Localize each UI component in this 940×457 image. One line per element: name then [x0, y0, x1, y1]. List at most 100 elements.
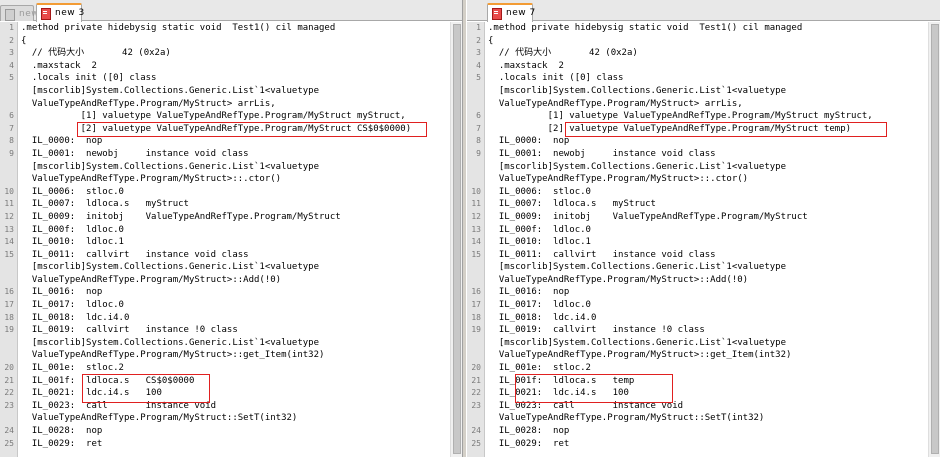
- tab-new-3[interactable]: new 3: [36, 3, 84, 22]
- scrollbar-thumb[interactable]: [931, 24, 939, 454]
- code-line[interactable]: 14 IL_0010: ldloc.1: [0, 236, 462, 249]
- code-line[interactable]: 12 IL_0009: initobj ValueTypeAndRefType.…: [0, 211, 462, 224]
- file-icon: [41, 8, 51, 20]
- code-line[interactable]: [mscorlib]System.Collections.Generic.Lis…: [467, 161, 940, 174]
- code-line[interactable]: 9 IL_0001: newobj instance void class: [467, 148, 940, 161]
- tab-new-7[interactable]: new 7: [487, 3, 535, 22]
- code-line[interactable]: 2{: [467, 35, 940, 48]
- line-number: 3: [476, 48, 481, 58]
- code-line[interactable]: 12 IL_0009: initobj ValueTypeAndRefType.…: [467, 211, 940, 224]
- code-line[interactable]: [mscorlib]System.Collections.Generic.Lis…: [0, 161, 462, 174]
- code-line[interactable]: ValueTypeAndRefType.Program/MyStruct> ar…: [467, 98, 940, 111]
- code-line[interactable]: 4 .maxstack 2: [0, 60, 462, 73]
- highlight-box-ldloca: [82, 374, 210, 403]
- code-line[interactable]: ValueTypeAndRefType.Program/MyStruct>::.…: [0, 173, 462, 186]
- code-line[interactable]: ValueTypeAndRefType.Program/MyStruct> ar…: [0, 98, 462, 111]
- code-line[interactable]: 14 IL_0010: ldloc.1: [467, 236, 940, 249]
- code-line[interactable]: [mscorlib]System.Collections.Generic.Lis…: [0, 85, 462, 98]
- code-line[interactable]: 8 IL_0000: nop: [0, 135, 462, 148]
- code-text: IL_0000: nop: [488, 136, 570, 147]
- code-line[interactable]: 16 IL_0016: nop: [0, 286, 462, 299]
- code-text: [mscorlib]System.Collections.Generic.Lis…: [488, 262, 787, 273]
- code-line[interactable]: 17 IL_0017: ldloc.0: [0, 299, 462, 312]
- code-text: IL_0007: ldloca.s myStruct: [21, 199, 189, 210]
- code-line[interactable]: ValueTypeAndRefType.Program/MyStruct>::.…: [467, 173, 940, 186]
- code-line[interactable]: 5 .locals init ([0] class: [467, 72, 940, 85]
- code-line[interactable]: [mscorlib]System.Collections.Generic.Lis…: [467, 261, 940, 274]
- code-line[interactable]: 20 IL_001e: stloc.2: [467, 362, 940, 375]
- code-line[interactable]: 19 IL_0019: callvirt instance !0 class: [467, 324, 940, 337]
- code-line[interactable]: 1 .method private hidebysig static void T…: [467, 22, 940, 35]
- code-line[interactable]: [mscorlib]System.Collections.Generic.Lis…: [0, 337, 462, 350]
- code-text: IL_0001: newobj instance void class: [488, 148, 716, 159]
- line-number: 14: [471, 237, 481, 247]
- code-line[interactable]: 10 IL_0006: stloc.0: [0, 186, 462, 199]
- scrollbar-thumb[interactable]: [453, 24, 461, 454]
- code-text: [mscorlib]System.Collections.Generic.Lis…: [21, 161, 320, 172]
- code-line[interactable]: 11 IL_0007: ldloca.s myStruct: [0, 198, 462, 211]
- code-line[interactable]: 6 [1] valuetype ValueTypeAndRefType.Prog…: [467, 110, 940, 123]
- code-line[interactable]: 8 IL_0000: nop: [467, 135, 940, 148]
- line-number: 25: [471, 438, 481, 448]
- code-line[interactable]: 18 IL_0018: ldc.i4.0: [467, 312, 940, 325]
- code-line[interactable]: 11 IL_0007: ldloca.s myStruct: [467, 198, 940, 211]
- line-number: 17: [4, 300, 14, 310]
- code-line[interactable]: 13 IL_000f: ldloc.0: [467, 224, 940, 237]
- code-line[interactable]: 23 IL_0023: call instance void: [0, 400, 462, 413]
- code-line[interactable]: 13 IL_000f: ldloc.0: [0, 224, 462, 237]
- code-line[interactable]: 19 IL_0019: callvirt instance !0 class: [0, 324, 462, 337]
- code-line[interactable]: 1 .method private hidebysig static void T…: [0, 22, 462, 35]
- code-line[interactable]: 22 IL_0021: ldc.i4.s 100: [0, 387, 462, 400]
- code-line[interactable]: 18 IL_0018: ldc.i4.0: [0, 312, 462, 325]
- code-line[interactable]: 10 IL_0006: stloc.0: [467, 186, 940, 199]
- code-line[interactable]: ValueTypeAndRefType.Program/MyStruct>::g…: [467, 349, 940, 362]
- code-line[interactable]: 15 IL_0011: callvirt instance void class: [0, 249, 462, 262]
- line-number: 8: [9, 136, 14, 146]
- line-number: 12: [471, 211, 481, 221]
- line-number: 21: [4, 375, 14, 385]
- right-code-editor[interactable]: 1 .method private hidebysig static void T…: [467, 22, 940, 457]
- code-line[interactable]: ValueTypeAndRefType.Program/MyStruct::Se…: [467, 412, 940, 425]
- tab-new[interactable]: new: [0, 5, 39, 21]
- code-text: IL_0029: ret: [488, 438, 570, 449]
- code-line[interactable]: 6 [1] valuetype ValueTypeAndRefType.Prog…: [0, 110, 462, 123]
- code-line[interactable]: 24 IL_0028: nop: [467, 425, 940, 438]
- code-line[interactable]: 20 IL_001e: stloc.2: [0, 362, 462, 375]
- code-text: IL_0019: callvirt instance !0 class: [21, 325, 238, 336]
- code-line[interactable]: 4 .maxstack 2: [467, 60, 940, 73]
- code-line[interactable]: 24 IL_0028: nop: [0, 425, 462, 438]
- code-text: ValueTypeAndRefType.Program/MyStruct>::A…: [488, 274, 749, 285]
- code-line[interactable]: 21 IL_001f: ldloca.s CS$0$0000: [0, 375, 462, 388]
- left-code-editor[interactable]: 1 .method private hidebysig static void T…: [0, 22, 462, 457]
- code-line[interactable]: 3 // 代码大小 42 (0x2a): [0, 47, 462, 60]
- code-line[interactable]: ValueTypeAndRefType.Program/MyStruct::Se…: [0, 412, 462, 425]
- code-line[interactable]: 17 IL_0017: ldloc.0: [467, 299, 940, 312]
- code-text: [mscorlib]System.Collections.Generic.Lis…: [21, 85, 320, 96]
- code-line[interactable]: [mscorlib]System.Collections.Generic.Lis…: [467, 337, 940, 350]
- code-text: IL_000f: ldloc.0: [21, 224, 124, 235]
- code-line[interactable]: 9 IL_0001: newobj instance void class: [0, 148, 462, 161]
- line-number: 10: [471, 186, 481, 196]
- code-line[interactable]: 5 .locals init ([0] class: [0, 72, 462, 85]
- code-line[interactable]: [mscorlib]System.Collections.Generic.Lis…: [0, 261, 462, 274]
- code-text: // 代码大小 42 (0x2a): [21, 48, 171, 59]
- code-text: [mscorlib]System.Collections.Generic.Lis…: [488, 85, 787, 96]
- code-text: IL_0019: callvirt instance !0 class: [488, 325, 705, 336]
- code-text: ValueTypeAndRefType.Program/MyStruct> ar…: [488, 98, 743, 109]
- code-line[interactable]: ValueTypeAndRefType.Program/MyStruct>::A…: [0, 274, 462, 287]
- left-vertical-scrollbar[interactable]: [450, 22, 462, 457]
- right-vertical-scrollbar[interactable]: [928, 22, 940, 457]
- code-line[interactable]: 25 IL_0029: ret: [0, 438, 462, 451]
- code-line[interactable]: [mscorlib]System.Collections.Generic.Lis…: [467, 85, 940, 98]
- code-line[interactable]: ValueTypeAndRefType.Program/MyStruct>::g…: [0, 349, 462, 362]
- code-text: IL_0028: nop: [21, 426, 103, 436]
- code-line[interactable]: 2{: [0, 35, 462, 48]
- code-line[interactable]: 3 // 代码大小 42 (0x2a): [467, 47, 940, 60]
- line-number: 7: [9, 123, 14, 133]
- line-number: 9: [9, 148, 14, 158]
- code-line[interactable]: 15 IL_0011: callvirt instance void class: [467, 249, 940, 262]
- code-line[interactable]: 16 IL_0016: nop: [467, 286, 940, 299]
- code-line[interactable]: ValueTypeAndRefType.Program/MyStruct>::A…: [467, 274, 940, 287]
- code-line[interactable]: 25 IL_0029: ret: [467, 438, 940, 451]
- line-number: 19: [4, 325, 14, 335]
